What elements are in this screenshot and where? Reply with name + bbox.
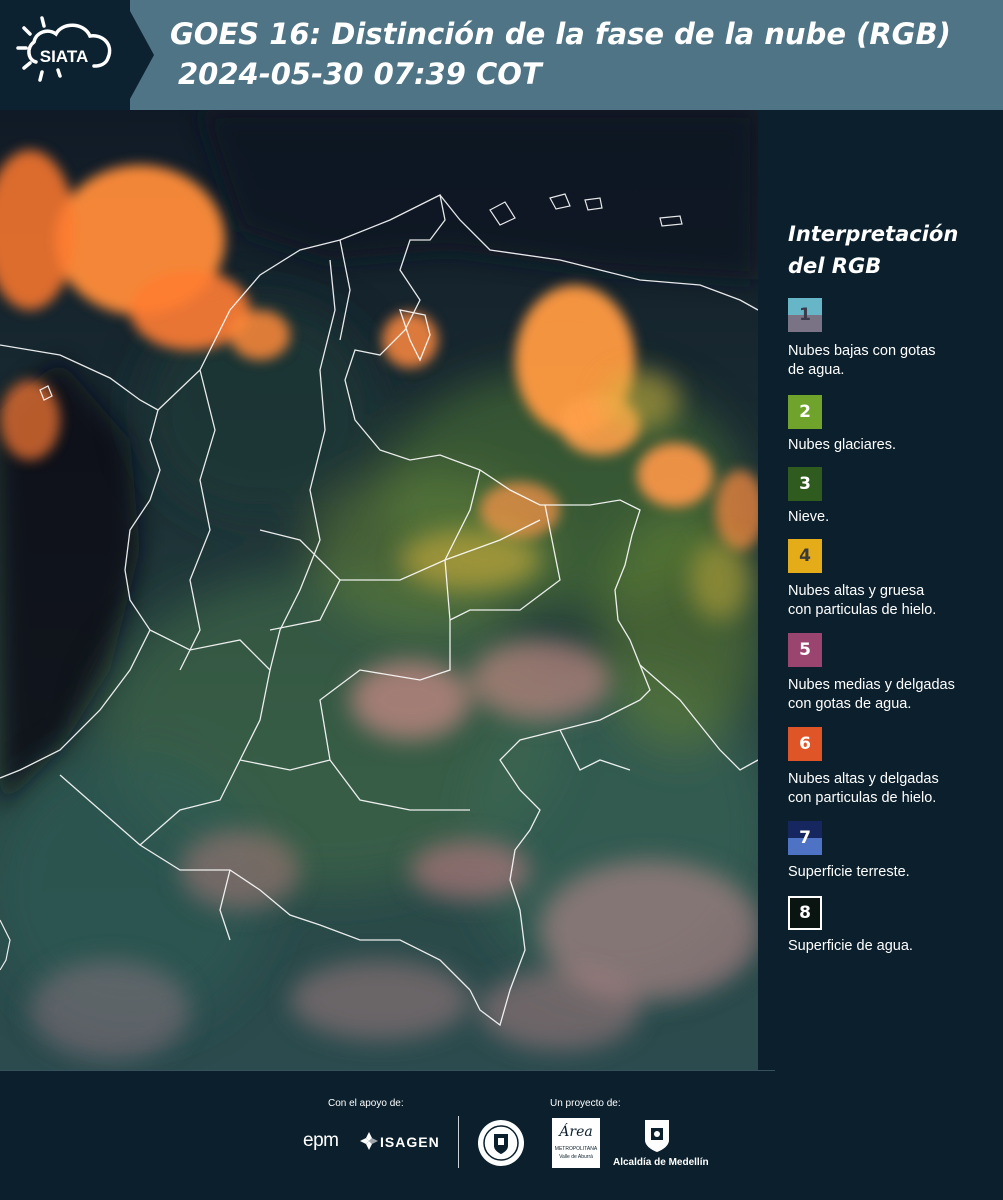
siata-logo-icon: SIATA [16, 16, 112, 82]
support-label: Con el apoyo de: [328, 1098, 404, 1109]
legend-label-2: Nubes glaciares. [788, 436, 998, 455]
epm-logo: epm [303, 1130, 339, 1151]
legend-label-line1: Nubes medias y delgadas [788, 677, 955, 693]
legend-label-line1: Nubes altas y gruesa [788, 583, 925, 599]
legend-swatch-number: 8 [799, 903, 811, 923]
university-seal-icon [478, 1120, 524, 1166]
legend-label-line1: Nieve. [788, 509, 830, 525]
footer: Con el apoyo de: Un proyecto de: epm ISA… [0, 1070, 1003, 1200]
legend-label-line2: de agua. [788, 362, 845, 378]
legend-label-4: Nubes altas y gruesa con particulas de hi… [788, 582, 998, 620]
legend-title-line2: del RGB [788, 254, 882, 278]
project-label: Un proyecto de: [550, 1098, 621, 1109]
page-title: GOES 16: Distinción de la fase de la nub… [170, 17, 951, 51]
satellite-image [0, 110, 758, 1070]
legend-swatch-7: 7 [788, 821, 822, 855]
legend-swatch-number: 5 [799, 640, 811, 660]
legend-label-7: Superficie terreste. [788, 863, 998, 882]
siata-logo-text: SIATA [40, 47, 88, 66]
isagen-logo: ISAGEN [380, 1134, 440, 1150]
satellite-map [0, 110, 758, 1070]
legend-panel: Interpretación del RGB 1 Nubes bajas con … [760, 110, 1003, 1070]
area-logo-word: Área [559, 1124, 593, 1140]
legend-swatch-3: 3 [788, 467, 822, 501]
area-metropolitana-logo: Área METROPOLITANA Valle de Aburrá [552, 1118, 600, 1168]
legend-swatch-number: 1 [799, 305, 811, 325]
legend-title-line1: Interpretación [788, 222, 959, 246]
legend-swatch-2: 2 [788, 395, 822, 429]
legend-swatch-number: 4 [799, 546, 811, 566]
legend-swatch-number: 2 [799, 402, 811, 422]
legend-title: Interpretación del RGB [788, 218, 988, 282]
legend-label-line1: Nubes altas y delgadas [788, 771, 939, 787]
legend-label-line1: Nubes glaciares. [788, 437, 896, 453]
legend-swatch-1: 1 [788, 298, 822, 332]
legend-label-8: Superficie de agua. [788, 937, 998, 956]
footer-divider [458, 1116, 459, 1168]
legend-label-line1: Superficie de agua. [788, 938, 913, 954]
footer-rule [0, 1070, 775, 1071]
area-logo-sub1: METROPOLITANA [554, 1146, 598, 1152]
legend-label-6: Nubes altas y delgadas con particulas de … [788, 770, 998, 808]
legend-swatch-number: 6 [799, 734, 811, 754]
isagen-mark-icon [360, 1132, 378, 1150]
legend-swatch-8: 8 [788, 896, 822, 930]
logo-arrow [124, 0, 154, 110]
legend-label-3: Nieve. [788, 508, 998, 527]
legend-swatch-4: 4 [788, 539, 822, 573]
legend-swatch-5: 5 [788, 633, 822, 667]
page-timestamp: 2024-05-30 07:39 COT [178, 57, 542, 91]
header-bar: SIATA GOES 16: Distinción de la fase de … [0, 0, 1003, 110]
legend-label-5: Nubes medias y delgadas con gotas de agua… [788, 676, 998, 714]
legend-label-line1: Nubes bajas con gotas [788, 343, 936, 359]
legend-swatch-6: 6 [788, 727, 822, 761]
legend-swatch-number: 7 [799, 828, 811, 848]
legend-label-line2: con particulas de hielo. [788, 602, 937, 618]
legend-label-line2: con particulas de hielo. [788, 790, 937, 806]
legend-label-1: Nubes bajas con gotas de agua. [788, 342, 998, 380]
medellin-crest-icon [645, 1120, 669, 1152]
legend-label-line2: con gotas de agua. [788, 696, 912, 712]
legend-swatch-number: 3 [799, 474, 811, 494]
legend-label-line1: Superficie terreste. [788, 864, 910, 880]
alcaldia-logo-text: Alcaldía de Medellín [613, 1157, 709, 1168]
area-logo-sub2: Valle de Aburrá [559, 1154, 593, 1160]
